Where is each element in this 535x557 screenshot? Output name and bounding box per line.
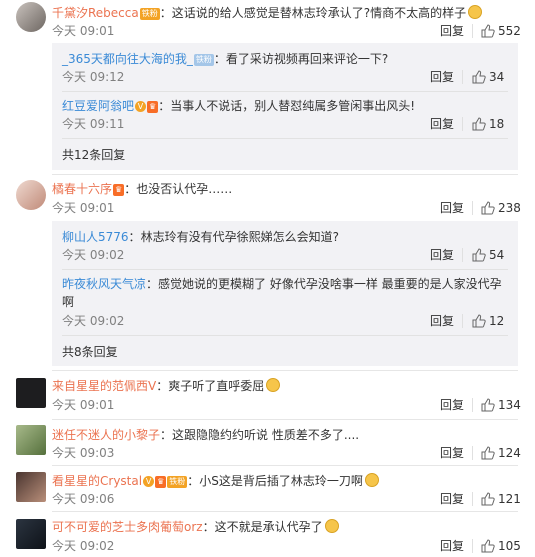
emoji-icon xyxy=(266,378,281,392)
username-link[interactable]: 橘春十六序 xyxy=(52,182,112,196)
like-count: 552 xyxy=(498,24,521,38)
like-button[interactable]: 34 xyxy=(472,69,504,85)
username-link[interactable]: _365天都向往大海的我_ xyxy=(62,52,193,66)
reply-button[interactable]: 回复 xyxy=(440,538,464,554)
reply-box: _365天都向往大海的我_ 铁粉 ：看了采访视频再回来评论一下? 今天 09:12 … xyxy=(52,43,518,170)
comment-text: 小S这是背后插了林志玲一刀啊 xyxy=(199,474,363,488)
like-button[interactable]: 552 xyxy=(481,23,521,39)
like-count: 124 xyxy=(498,446,521,460)
avatar[interactable] xyxy=(16,2,46,32)
username-link[interactable]: 红豆爱阿翁吧 xyxy=(62,99,134,113)
comment-time: 今天 09:06 xyxy=(52,492,115,506)
avatar[interactable] xyxy=(16,519,46,549)
reply-time: 今天 09:02 xyxy=(62,314,125,328)
like-button[interactable]: 105 xyxy=(481,538,521,554)
username-link[interactable]: 看星星的Crystal xyxy=(52,474,142,488)
reply-button[interactable]: 回复 xyxy=(440,23,464,39)
vip-badge: ♛ xyxy=(113,184,125,196)
avatar[interactable] xyxy=(16,425,46,455)
avatar[interactable] xyxy=(16,180,46,210)
emoji-icon xyxy=(364,473,379,487)
like-button[interactable]: 124 xyxy=(481,445,521,461)
reply-button[interactable]: 回复 xyxy=(430,247,454,263)
username-link[interactable]: 柳山人5776 xyxy=(62,230,129,244)
avatar[interactable] xyxy=(16,378,46,408)
thumbs-up-icon xyxy=(481,539,495,553)
comment-text: 这话说的给人感觉是替林志玲承认了?情商不太高的样子 xyxy=(171,6,467,20)
reply-text: 林志玲有没有代孕徐熙娣怎么会知道? xyxy=(140,230,339,244)
like-count: 34 xyxy=(489,70,505,84)
vip-badge: ♛ xyxy=(147,101,159,113)
like-button[interactable]: 54 xyxy=(472,247,504,263)
emoji-icon xyxy=(324,519,339,533)
reply-button[interactable]: 回复 xyxy=(440,397,464,413)
thumbs-up-icon xyxy=(472,117,486,131)
reply-text: 看了采访视频再回来评论一下? xyxy=(225,52,389,66)
verified-icon: V xyxy=(143,476,155,487)
like-button[interactable]: 238 xyxy=(481,200,521,216)
avatar[interactable] xyxy=(16,472,46,502)
reply-button[interactable]: 回复 xyxy=(430,116,454,132)
more-replies-link[interactable]: 共8条回复 xyxy=(62,344,118,360)
thumbs-up-icon xyxy=(481,201,495,215)
thumbs-up-icon xyxy=(472,70,486,84)
reply-button[interactable]: 回复 xyxy=(440,445,464,461)
thumbs-up-icon xyxy=(481,446,495,460)
reply-button[interactable]: 回复 xyxy=(430,313,454,329)
comment-time: 今天 09:02 xyxy=(52,539,115,553)
comment-time: 今天 09:01 xyxy=(52,24,115,38)
thumbs-up-icon xyxy=(472,248,486,262)
reply-text-continued: 啊 xyxy=(62,295,75,309)
thumbs-up-icon xyxy=(481,398,495,412)
comment-time: 今天 09:01 xyxy=(52,201,115,215)
like-count: 105 xyxy=(498,539,521,553)
reply-text: 感觉她说的更模糊了 好像代孕没啥事一样 最重要的是人家没代孕 xyxy=(158,277,502,291)
reply-box: 柳山人5776：林志玲有没有代孕徐熙娣怎么会知道? 今天 09:02 回复 54… xyxy=(52,221,518,366)
like-button[interactable]: 121 xyxy=(481,491,521,507)
comment-time: 今天 09:01 xyxy=(52,398,115,412)
reply-text: 当事人不说话，别人替怼纯属多管闲事出风头! xyxy=(170,99,416,113)
like-count: 134 xyxy=(498,398,521,412)
thumbs-up-icon xyxy=(481,492,495,506)
member-badge: 铁粉 xyxy=(193,54,214,66)
comment-text: 爽子听了直呼委屈 xyxy=(168,379,265,393)
verified-icon: V xyxy=(135,101,147,112)
username-link[interactable]: 迷任不迷人的小黎子 xyxy=(52,428,160,442)
username-link[interactable]: 可不可爱的芝士多肉葡萄orz xyxy=(52,520,203,534)
emoji-icon xyxy=(468,5,483,19)
like-count: 18 xyxy=(489,117,505,131)
reply-time: 今天 09:02 xyxy=(62,248,125,262)
like-count: 54 xyxy=(489,248,505,262)
thumbs-up-icon xyxy=(472,314,486,328)
comment-time: 今天 09:03 xyxy=(52,446,115,460)
thumbs-up-icon xyxy=(481,24,495,38)
vip-badge: ♛ xyxy=(155,476,167,488)
fan-badge: 铁粉 xyxy=(139,8,160,20)
like-count: 12 xyxy=(489,314,505,328)
reply-button[interactable]: 回复 xyxy=(440,200,464,216)
fan-badge: 铁粉 xyxy=(167,476,188,488)
like-button[interactable]: 12 xyxy=(472,313,504,329)
comment-text: 也没否认代孕…… xyxy=(136,182,233,196)
username-link[interactable]: 来自星星的范佩西V xyxy=(52,379,156,393)
username-link[interactable]: 昨夜秋风天气凉 xyxy=(62,277,146,291)
more-replies-link[interactable]: 共12条回复 xyxy=(62,147,125,163)
like-button[interactable]: 134 xyxy=(481,397,521,413)
comment-text: 这不就是承认代孕了 xyxy=(214,520,323,534)
comment-text: 这跟隐隐约约听说 性质差不多了.... xyxy=(172,428,360,442)
like-count: 121 xyxy=(498,492,521,506)
reply-time: 今天 09:11 xyxy=(62,117,125,131)
reply-time: 今天 09:12 xyxy=(62,70,125,84)
reply-button[interactable]: 回复 xyxy=(430,69,454,85)
username-link[interactable]: 千黛汐Rebecca xyxy=(52,6,139,20)
like-count: 238 xyxy=(498,201,521,215)
like-button[interactable]: 18 xyxy=(472,116,504,132)
reply-button[interactable]: 回复 xyxy=(440,491,464,507)
